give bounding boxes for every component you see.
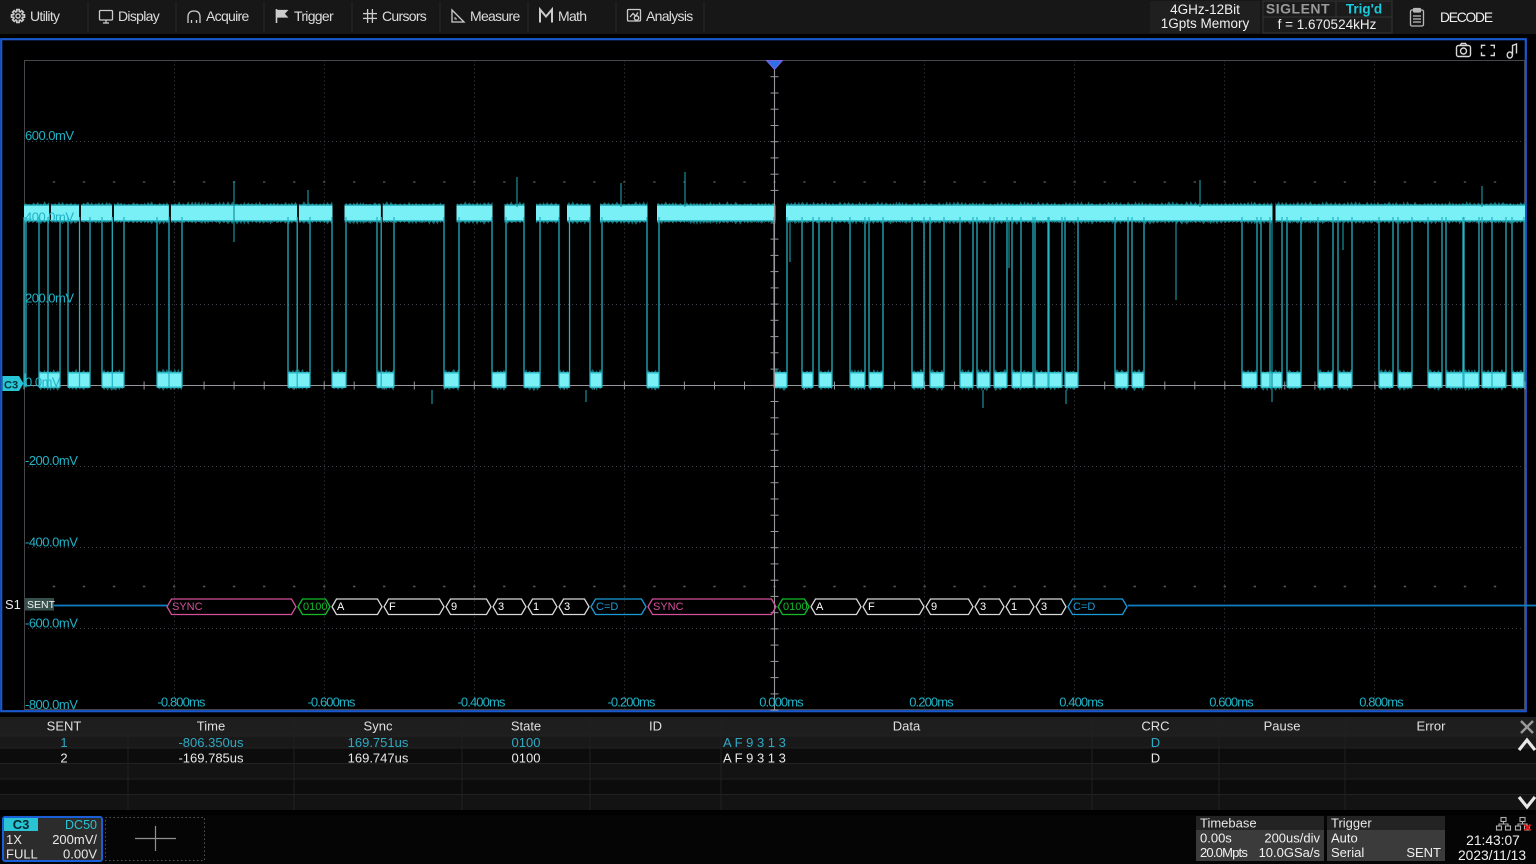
svg-text:0.000ms: 0.000ms xyxy=(759,695,804,710)
svg-text:600.0mV: 600.0mV xyxy=(25,128,74,143)
svg-text:-800.0mV: -800.0mV xyxy=(25,697,78,712)
svg-text:1: 1 xyxy=(533,601,539,613)
svg-text:Measure: Measure xyxy=(470,8,520,24)
svg-text:9: 9 xyxy=(451,601,457,613)
svg-text:-400.0mV: -400.0mV xyxy=(25,534,78,549)
svg-text:20.0Mpts: 20.0Mpts xyxy=(1200,845,1248,860)
svg-text:Pause: Pause xyxy=(1264,719,1301,734)
svg-text:200us/div: 200us/div xyxy=(1264,831,1320,846)
svg-text:CRC: CRC xyxy=(1141,719,1169,734)
svg-text:Math: Math xyxy=(558,8,586,24)
svg-text:-0.400ms: -0.400ms xyxy=(458,695,506,710)
svg-text:2: 2 xyxy=(60,751,67,766)
svg-text:0.800ms: 0.800ms xyxy=(1359,695,1404,710)
svg-text:F: F xyxy=(389,601,396,613)
svg-text:Acquire: Acquire xyxy=(206,8,249,24)
svg-text:D: D xyxy=(1151,751,1160,766)
svg-text:0100: 0100 xyxy=(783,601,807,613)
svg-text:0.400ms: 0.400ms xyxy=(1059,695,1104,710)
svg-text:D: D xyxy=(1151,735,1160,750)
svg-text:-806.350us: -806.350us xyxy=(178,735,244,750)
svg-text:1X: 1X xyxy=(6,832,22,847)
svg-text:SYNC: SYNC xyxy=(172,601,203,613)
svg-text:State: State xyxy=(511,719,541,734)
svg-text:1: 1 xyxy=(1011,601,1017,613)
svg-text:S1: S1 xyxy=(5,597,21,612)
svg-text:0100: 0100 xyxy=(303,601,327,613)
svg-text:A: A xyxy=(816,601,824,613)
svg-text:0.00V: 0.00V xyxy=(63,847,97,862)
svg-text:SENT: SENT xyxy=(47,719,82,734)
svg-text:1: 1 xyxy=(60,735,67,750)
svg-text:A: A xyxy=(337,601,345,613)
svg-text:-0.600ms: -0.600ms xyxy=(308,695,356,710)
svg-text:A F 9 3 1 3: A F 9 3 1 3 xyxy=(723,735,786,750)
svg-text:169.751us: 169.751us xyxy=(348,735,409,750)
svg-text:Utility: Utility xyxy=(30,8,60,24)
svg-text:Sync: Sync xyxy=(364,719,393,734)
svg-text:A F 9 3 1 3: A F 9 3 1 3 xyxy=(723,751,786,766)
svg-text:SENT: SENT xyxy=(27,599,56,611)
svg-text:3: 3 xyxy=(498,601,504,613)
svg-text:Error: Error xyxy=(1417,719,1447,734)
svg-text:C=D: C=D xyxy=(596,601,618,613)
svg-text:3: 3 xyxy=(980,601,986,613)
svg-text:0.600ms: 0.600ms xyxy=(1209,695,1254,710)
svg-text:-200.0mV: -200.0mV xyxy=(25,453,78,468)
svg-text:Display: Display xyxy=(118,8,160,24)
svg-text:0.0mV: 0.0mV xyxy=(25,375,61,390)
svg-text:0100: 0100 xyxy=(512,751,541,766)
svg-text:4GHz-12Bit: 4GHz-12Bit xyxy=(1170,2,1240,17)
svg-text:Serial: Serial xyxy=(1331,845,1364,860)
svg-text:-600.0mV: -600.0mV xyxy=(25,616,78,631)
svg-text:-169.785us: -169.785us xyxy=(178,751,244,766)
svg-text:DECODE: DECODE xyxy=(1440,10,1493,25)
svg-text:C3: C3 xyxy=(4,380,18,392)
svg-text:169.747us: 169.747us xyxy=(348,751,409,766)
svg-text:f = 1.670524kHz: f = 1.670524kHz xyxy=(1278,17,1377,32)
svg-text:Analysis: Analysis xyxy=(646,8,693,24)
svg-text:Trig'd: Trig'd xyxy=(1346,2,1382,17)
svg-text:C3: C3 xyxy=(13,817,30,832)
svg-text:FULL: FULL xyxy=(6,847,38,862)
svg-text:F: F xyxy=(868,601,875,613)
svg-text:-0.200ms: -0.200ms xyxy=(608,695,656,710)
svg-text:21:43:07: 21:43:07 xyxy=(1466,833,1520,848)
svg-text:400.0mV: 400.0mV xyxy=(25,209,74,224)
svg-text:Time: Time xyxy=(197,719,225,734)
svg-text:1Gpts Memory: 1Gpts Memory xyxy=(1161,16,1250,31)
svg-text:Data: Data xyxy=(893,719,921,734)
svg-text:SENT: SENT xyxy=(1406,845,1441,860)
svg-text:3: 3 xyxy=(564,601,570,613)
svg-text:C=D: C=D xyxy=(1073,601,1095,613)
svg-text:SYNC: SYNC xyxy=(653,601,684,613)
svg-text:200.0mV: 200.0mV xyxy=(25,291,74,306)
svg-text:3: 3 xyxy=(1041,601,1047,613)
svg-text:Cursors: Cursors xyxy=(382,8,427,24)
svg-text:SIGLENT: SIGLENT xyxy=(1266,1,1330,17)
svg-text:0.00s: 0.00s xyxy=(1200,831,1232,846)
svg-text:Auto: Auto xyxy=(1331,831,1358,846)
svg-text:Trigger: Trigger xyxy=(1331,816,1372,831)
svg-text:Trigger: Trigger xyxy=(294,8,334,24)
svg-text:9: 9 xyxy=(931,601,937,613)
svg-text:-0.800ms: -0.800ms xyxy=(158,695,206,710)
svg-text:0.200ms: 0.200ms xyxy=(909,695,954,710)
svg-text:0100: 0100 xyxy=(512,735,541,750)
svg-text:DC50: DC50 xyxy=(65,818,97,832)
svg-text:2023/11/13: 2023/11/13 xyxy=(1458,848,1526,863)
svg-text:200mV/: 200mV/ xyxy=(52,832,97,847)
svg-text:10.0GSa/s: 10.0GSa/s xyxy=(1259,845,1321,860)
svg-text:Timebase: Timebase xyxy=(1200,816,1257,831)
svg-text:ID: ID xyxy=(649,719,662,734)
